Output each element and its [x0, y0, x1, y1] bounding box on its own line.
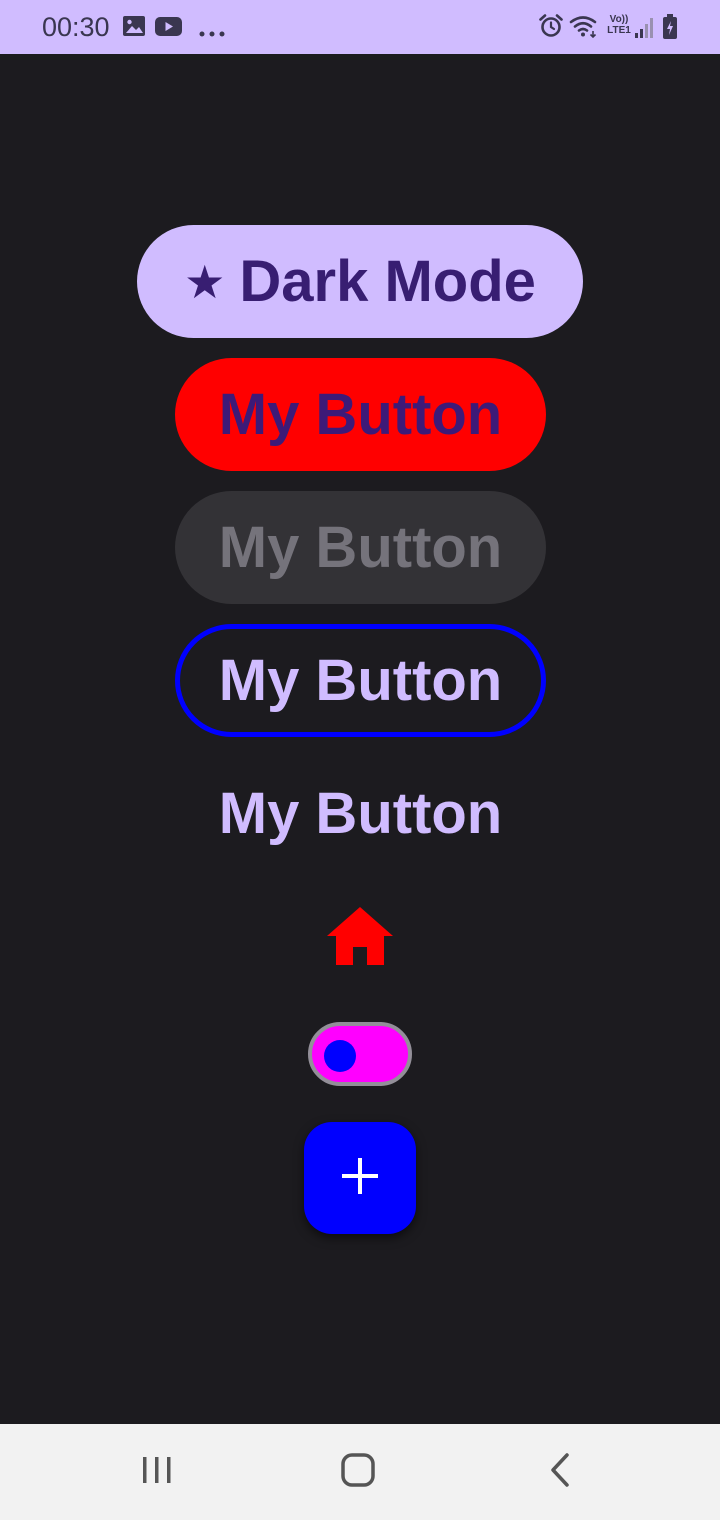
lte-label: LTE1 — [607, 25, 631, 36]
wifi-icon — [569, 14, 599, 43]
home-nav-icon — [340, 1452, 376, 1493]
toggle-switch[interactable] — [308, 1022, 412, 1086]
app-content: ★ Dark Mode My Button My Button My Butto… — [0, 54, 720, 1424]
add-fab-button[interactable] — [304, 1122, 416, 1234]
add-icon — [341, 1157, 379, 1200]
outlined-button-label: My Button — [218, 648, 503, 713]
filled-button-red[interactable]: My Button — [175, 358, 546, 471]
status-time: 00:30 — [42, 12, 110, 42]
home-button[interactable] — [328, 1446, 388, 1498]
dark-mode-button[interactable]: ★ Dark Mode — [137, 225, 583, 338]
battery-charging-icon — [662, 14, 678, 45]
more-icon — [199, 24, 225, 42]
alarm-icon — [539, 14, 563, 43]
disabled-button-label: My Button — [218, 515, 503, 580]
back-icon — [548, 1452, 572, 1492]
text-button-label: My Button — [218, 781, 503, 846]
recents-button[interactable] — [127, 1446, 187, 1498]
navigation-bar — [0, 1424, 720, 1520]
back-button[interactable] — [530, 1446, 590, 1498]
home-icon — [327, 906, 393, 970]
outlined-button[interactable]: My Button — [175, 624, 546, 737]
image-icon — [123, 16, 145, 41]
switch-thumb — [324, 1040, 356, 1072]
recents-icon — [140, 1455, 174, 1490]
filled-button-label: My Button — [218, 382, 503, 447]
youtube-icon — [155, 17, 182, 41]
signal-icon — [634, 16, 656, 43]
star-icon: ★ — [184, 255, 226, 308]
home-icon-button[interactable] — [320, 900, 400, 976]
status-bar: 00:30 Vo)) LTE1 — [0, 0, 720, 54]
disabled-button: My Button — [175, 491, 546, 604]
text-button[interactable]: My Button — [175, 757, 546, 870]
volte-lte-icon: Vo)) LTE1 — [604, 14, 634, 40]
dark-mode-label: Dark Mode — [239, 249, 536, 314]
volte-label: Vo)) — [609, 14, 629, 25]
